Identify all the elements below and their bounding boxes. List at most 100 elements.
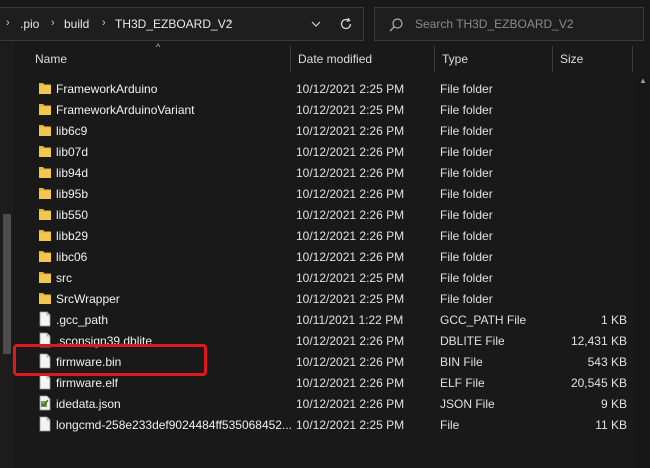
file-name: lib6c9	[56, 124, 88, 138]
folder-icon	[38, 290, 52, 306]
file-row[interactable]: longcmd-258e233def9024484ff535068452... 1…	[13, 414, 633, 435]
scroll-up-icon[interactable]: ▲	[636, 74, 650, 88]
file-row[interactable]: FrameworkArduino 10/12/2021 2:25 PM File f…	[13, 78, 633, 99]
file-date-modified: 10/12/2021 2:26 PM	[296, 166, 405, 180]
vertical-scrollbar[interactable]: ▲	[636, 74, 650, 468]
file-date-modified: 10/12/2021 2:25 PM	[296, 271, 405, 285]
breadcrumb-item-current-folder[interactable]: TH3D_EZBOARD_V2	[115, 17, 232, 31]
folder-icon	[38, 248, 52, 264]
file-date-modified: 10/12/2021 2:25 PM	[296, 82, 405, 96]
file-type: ELF File	[440, 376, 485, 390]
file-row[interactable]: SrcWrapper 10/12/2021 2:25 PM File folder	[13, 288, 633, 309]
file-name: idedata.json	[56, 397, 121, 411]
column-header-size[interactable]: Size	[552, 44, 632, 74]
column-header-date[interactable]: Date modified	[290, 44, 434, 74]
address-bar[interactable]: › .pio › build › TH3D_EZBOARD_V2 ›	[0, 7, 364, 41]
breadcrumb-chevron-icon[interactable]: ›	[228, 17, 232, 29]
file-date-modified: 10/12/2021 2:25 PM	[296, 418, 405, 432]
file-type: File folder	[440, 103, 493, 117]
file-type: File folder	[440, 208, 493, 222]
file-name: lib07d	[56, 145, 89, 159]
highlight-box-firmware-bin	[13, 344, 207, 376]
folder-icon	[38, 227, 52, 243]
search-icon	[389, 18, 403, 32]
file-type: File folder	[440, 145, 493, 159]
folder-icon	[38, 185, 52, 201]
file-type: File	[440, 418, 460, 432]
file-type: File folder	[440, 229, 493, 243]
file-size: 1 KB	[600, 313, 627, 327]
search-input[interactable]: Search TH3D_EZBOARD_V2	[374, 7, 644, 41]
json-file-icon	[38, 395, 52, 411]
file-row[interactable]: lib07d 10/12/2021 2:26 PM File folder	[13, 141, 633, 162]
file-type: File folder	[440, 187, 493, 201]
column-header-type[interactable]: Type	[434, 44, 552, 74]
file-name: .gcc_path	[56, 313, 109, 327]
file-name: libc06	[56, 250, 88, 264]
folder-icon	[38, 143, 52, 159]
file-name: libb29	[56, 229, 89, 243]
file-name: FrameworkArduinoVariant	[56, 103, 195, 117]
file-type: File folder	[440, 82, 493, 96]
folder-icon	[38, 164, 52, 180]
breadcrumb-chevron-icon[interactable]: ›	[51, 17, 55, 29]
file-row[interactable]: lib6c9 10/12/2021 2:26 PM File folder	[13, 120, 633, 141]
file-date-modified: 10/12/2021 2:26 PM	[296, 187, 405, 201]
file-row[interactable]: libb29 10/12/2021 2:26 PM File folder	[13, 225, 633, 246]
file-date-modified: 10/12/2021 2:26 PM	[296, 376, 405, 390]
folder-icon	[38, 80, 52, 96]
search-placeholder: Search TH3D_EZBOARD_V2	[415, 17, 574, 31]
breadcrumb-chevron-icon[interactable]: ›	[102, 17, 106, 29]
file-explorer-window: › .pio › build › TH3D_EZBOARD_V2 › Searc…	[0, 0, 650, 468]
folder-icon	[38, 101, 52, 117]
file-row[interactable]: FrameworkArduinoVariant 10/12/2021 2:25 P…	[13, 99, 633, 120]
file-type: File folder	[440, 124, 493, 138]
file-row[interactable]: lib95b 10/12/2021 2:26 PM File folder	[13, 183, 633, 204]
breadcrumb-item-build[interactable]: build	[64, 17, 89, 31]
file-row[interactable]: .gcc_path 10/11/2021 1:22 PM GCC_PATH File…	[13, 309, 633, 330]
file-name: FrameworkArduino	[56, 82, 158, 96]
column-headers: ^ Name Date modified Type Size	[13, 42, 650, 74]
file-type: GCC_PATH File	[440, 313, 527, 327]
file-name: lib94d	[56, 166, 89, 180]
file-icon	[38, 374, 52, 390]
file-type: File folder	[440, 166, 493, 180]
file-name: lib550	[56, 208, 89, 222]
file-date-modified: 10/12/2021 2:26 PM	[296, 229, 405, 243]
file-name: SrcWrapper	[56, 292, 120, 306]
file-type: File folder	[440, 271, 493, 285]
file-date-modified: 10/12/2021 2:26 PM	[296, 124, 405, 138]
file-date-modified: 10/12/2021 2:26 PM	[296, 334, 405, 348]
file-date-modified: 10/12/2021 2:26 PM	[296, 397, 405, 411]
file-name: src	[56, 271, 72, 285]
column-divider[interactable]	[632, 46, 633, 72]
nav-scrollbar-thumb[interactable]	[3, 214, 11, 354]
file-list: FrameworkArduino 10/12/2021 2:25 PM File f…	[13, 78, 633, 435]
file-size: 12,431 KB	[570, 334, 627, 348]
file-size: 20,545 KB	[570, 376, 627, 390]
file-row[interactable]: src 10/12/2021 2:25 PM File folder	[13, 267, 633, 288]
file-row[interactable]: lib550 10/12/2021 2:26 PM File folder	[13, 204, 633, 225]
folder-icon	[38, 269, 52, 285]
file-date-modified: 10/11/2021 1:22 PM	[296, 313, 404, 327]
folder-icon	[38, 206, 52, 222]
file-name: longcmd-258e233def9024484ff535068452...	[56, 418, 292, 432]
file-name: lib95b	[56, 187, 89, 201]
file-date-modified: 10/12/2021 2:26 PM	[296, 250, 405, 264]
file-type: BIN File	[440, 355, 483, 369]
file-name: firmware.elf	[56, 376, 119, 390]
address-dropdown-icon[interactable]	[306, 13, 326, 35]
file-type: File folder	[440, 292, 493, 306]
file-type: JSON File	[440, 397, 495, 411]
file-row[interactable]: libc06 10/12/2021 2:26 PM File folder	[13, 246, 633, 267]
file-row[interactable]: lib94d 10/12/2021 2:26 PM File folder	[13, 162, 633, 183]
file-date-modified: 10/12/2021 2:26 PM	[296, 145, 405, 159]
file-date-modified: 10/12/2021 2:26 PM	[296, 208, 405, 222]
file-date-modified: 10/12/2021 2:25 PM	[296, 103, 405, 117]
breadcrumb-chevron-icon[interactable]: ›	[6, 17, 10, 29]
file-row[interactable]: idedata.json 10/12/2021 2:26 PM JSON File 9…	[13, 393, 633, 414]
column-header-name[interactable]: Name	[27, 44, 290, 74]
refresh-icon[interactable]	[336, 13, 356, 35]
file-icon	[38, 311, 52, 327]
breadcrumb-item-pio[interactable]: .pio	[20, 17, 39, 31]
